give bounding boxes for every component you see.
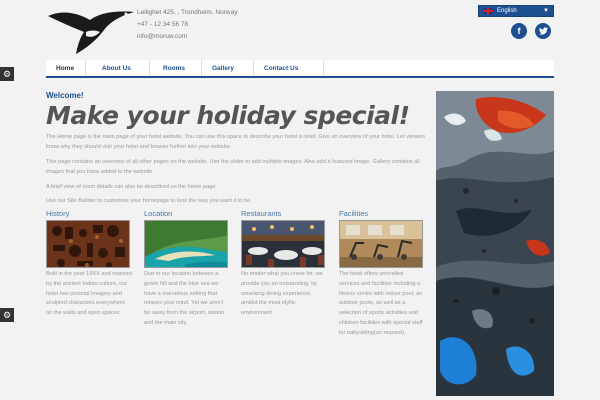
location-image[interactable] (144, 220, 228, 268)
history-image[interactable] (46, 220, 130, 268)
card-title[interactable]: History (46, 209, 132, 218)
card-text: The hotel offers unrivalled services and… (339, 271, 423, 336)
nav-about-us[interactable]: About Us (86, 60, 150, 76)
nav-contact-us[interactable]: Contact Us (254, 60, 324, 76)
chevron-down-icon: ▼ (543, 8, 549, 14)
nav-home[interactable]: Home (46, 60, 86, 76)
page-title: Make your holiday special! (46, 101, 410, 130)
facilities-image[interactable] (339, 220, 423, 268)
facebook-icon[interactable]: f (511, 23, 527, 39)
contact-info: Leilighet 425, , Trondheim, Norway +47 -… (137, 7, 237, 43)
language-label: English (497, 8, 517, 14)
feature-card-history: History Built in the year 19XX and inspi… (46, 209, 132, 319)
feature-card-facilities: Facilities The hotel offers unrivalled s… (339, 209, 425, 339)
feature-card-restaurants: Restaurants No matter what you crave for… (241, 209, 327, 319)
restaurant-image[interactable] (241, 220, 325, 268)
card-title[interactable]: Restaurants (241, 209, 327, 218)
bird-logo[interactable] (46, 6, 136, 56)
gear-icon[interactable]: ⚙ (0, 308, 14, 322)
feature-card-location: Location Due to our location between a g… (144, 209, 230, 329)
nav-gallery[interactable]: Gallery (202, 60, 254, 76)
twitter-icon[interactable] (535, 23, 551, 39)
abstract-art-image[interactable] (436, 91, 554, 396)
address-text: Leilighet 425, , Trondheim, Norway (137, 9, 238, 16)
language-select[interactable]: English ▼ (478, 5, 554, 17)
main-nav: Home About Us Rooms Gallery Contact Us (46, 60, 554, 78)
intro-paragraph: The Home page is the main page of your h… (46, 134, 426, 150)
phone-text: +47 - 12 34 56 78 (137, 21, 189, 28)
email-link[interactable]: info@moruw.com (137, 31, 237, 43)
uk-flag-icon (483, 8, 493, 14)
gear-icon[interactable]: ⚙ (0, 67, 14, 81)
card-title[interactable]: Facilities (339, 209, 425, 218)
card-text: No matter what you crave for, we provide… (241, 271, 323, 317)
nav-rooms[interactable]: Rooms (150, 60, 202, 76)
card-title[interactable]: Location (144, 209, 230, 218)
card-text: Built in the year 19XX and inspired by t… (46, 271, 132, 317)
card-text: Due to our location between a green hill… (144, 271, 225, 326)
intro-paragraph: A brief view of room details can also be… (46, 184, 218, 190)
site-header: Leilighet 425, , Trondheim, Norway +47 -… (0, 0, 600, 58)
intro-paragraph: Use our Site Builder to customise your h… (46, 198, 252, 204)
welcome-heading: Welcome! (46, 91, 84, 100)
intro-paragraph: This page contains an overview of all ot… (46, 159, 420, 175)
